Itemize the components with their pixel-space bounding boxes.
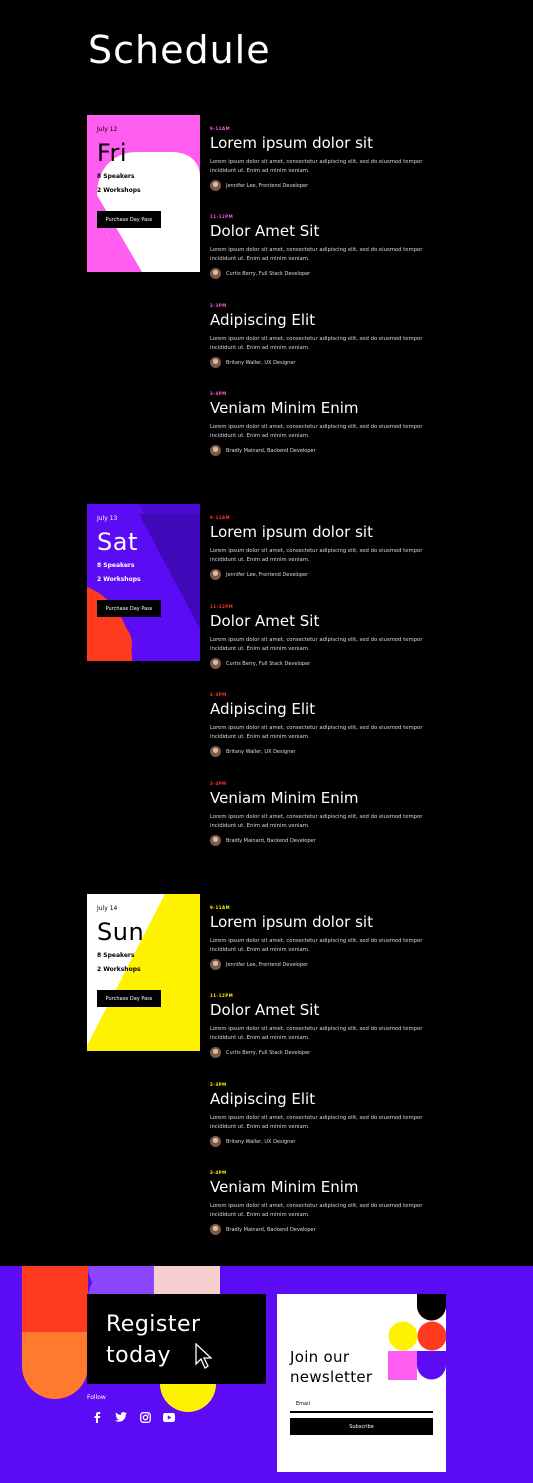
speaker-name: Curtis Berry, Full Stack Developer [226, 270, 311, 277]
avatar [210, 658, 221, 669]
session-title: Veniam Minim Enim [210, 1178, 359, 1196]
session-time: 9-11AM [210, 905, 231, 910]
session-time: 2-3PM [210, 1082, 227, 1087]
avatar [210, 835, 221, 846]
speaker-name: Britany Waller, UX Designer [226, 1138, 296, 1145]
day-date: July 14 [97, 905, 118, 912]
twitter-icon[interactable] [114, 1410, 128, 1424]
speaker-name: Bradly Mainard, Backend Developer [226, 1226, 316, 1233]
session-title: Dolor Amet Sit [210, 1001, 320, 1019]
avatar [210, 357, 221, 368]
avatar [210, 445, 221, 456]
session-description: Lorem ipsum dolor sit amet, consectetur … [210, 336, 423, 351]
session-description: Lorem ipsum dolor sit amet, consectetur … [210, 1026, 423, 1041]
session-title: Lorem ipsum dolor sit [210, 134, 373, 152]
purchase-day-pass-button[interactable]: Purchase Day Pass [97, 600, 161, 617]
session-time: 9-11AM [210, 515, 231, 520]
session-title: Dolor Amet Sit [210, 222, 320, 240]
session-description: Lorem ipsum dolor sit amet, consectetur … [210, 548, 423, 563]
session-description: Lorem ipsum dolor sit amet, consectetur … [210, 159, 423, 174]
email-field[interactable] [290, 1411, 433, 1413]
day-card-sun: July 14 Sun 8 Speakers 2 Workshops Purch… [87, 894, 200, 1051]
day-name: Sat [97, 528, 138, 556]
newsletter-title-line-1: Join our [290, 1348, 350, 1366]
purchase-day-pass-button[interactable]: Purchase Day Pass [97, 211, 161, 228]
register-line-2: today [106, 1343, 172, 1368]
instagram-icon[interactable] [138, 1410, 152, 1424]
email-label: Email [296, 1401, 310, 1407]
day-card-fri: July 12 Fri 8 Speakers 2 Workshops Purch… [87, 115, 200, 272]
speakers-count: 8 Speakers [97, 952, 135, 959]
session-time: 2-3PM [210, 303, 227, 308]
session-description: Lorem ipsum dolor sit amet, consectetur … [210, 725, 423, 740]
speaker-name: Bradly Mainard, Backend Developer [226, 447, 316, 454]
session-time: 9-11AM [210, 126, 231, 131]
session-description: Lorem ipsum dolor sit amet, consectetur … [210, 247, 423, 262]
avatar [210, 746, 221, 757]
session-time: 3-4PM [210, 391, 227, 396]
session-description: Lorem ipsum dolor sit amet, consectetur … [210, 814, 423, 829]
avatar [210, 959, 221, 970]
workshops-count: 2 Workshops [97, 966, 141, 973]
follow-label: Follow [87, 1394, 106, 1401]
workshops-count: 2 Workshops [97, 187, 141, 194]
avatar [210, 1047, 221, 1058]
session-title: Adipiscing Elit [210, 700, 316, 718]
session-description: Lorem ipsum dolor sit amet, consectetur … [210, 1115, 423, 1130]
footer-decoration [22, 1266, 220, 1412]
workshops-count: 2 Workshops [97, 576, 141, 583]
avatar [210, 268, 221, 279]
speaker-name: Curtis Berry, Full Stack Developer [226, 1049, 311, 1056]
youtube-icon[interactable] [162, 1410, 176, 1424]
session-title: Adipiscing Elit [210, 311, 316, 329]
session-title: Lorem ipsum dolor sit [210, 523, 373, 541]
session-title: Adipiscing Elit [210, 1090, 316, 1108]
day-name: Sun [97, 918, 145, 946]
speaker-name: Jennifer Lee, Frontend Developer [226, 571, 309, 578]
session-description: Lorem ipsum dolor sit amet, consectetur … [210, 424, 423, 439]
session-time: 11-12PM [210, 214, 234, 219]
cursor-icon [195, 1343, 212, 1369]
session-time: 3-4PM [210, 781, 227, 786]
speakers-count: 8 Speakers [97, 562, 135, 569]
session-time: 11-12PM [210, 604, 234, 609]
session-time: 2-3PM [210, 692, 227, 697]
avatar [210, 569, 221, 580]
avatar [210, 1136, 221, 1147]
speaker-name: Jennifer Lee, Frontend Developer [226, 961, 309, 968]
day-date: July 12 [97, 126, 118, 133]
session-time: 11-12PM [210, 993, 234, 998]
session-description: Lorem ipsum dolor sit amet, consectetur … [210, 1203, 423, 1218]
avatar [210, 1224, 221, 1235]
newsletter-card: Join our newsletter Email Subscribe [277, 1294, 446, 1472]
day-card-sat: July 13 Sat 8 Speakers 2 Workshops Purch… [87, 504, 200, 661]
session-title: Veniam Minim Enim [210, 399, 359, 417]
speaker-name: Bradly Mainard, Backend Developer [226, 837, 316, 844]
speaker-name: Britany Waller, UX Designer [226, 359, 296, 366]
day-name: Fri [97, 139, 128, 167]
session-description: Lorem ipsum dolor sit amet, consectetur … [210, 938, 423, 953]
speakers-count: 8 Speakers [97, 173, 135, 180]
footer: Register today Follow Join our newslette… [0, 1266, 533, 1483]
day-date: July 13 [97, 515, 118, 522]
session-title: Dolor Amet Sit [210, 612, 320, 630]
purchase-day-pass-button[interactable]: Purchase Day Pass [97, 990, 161, 1007]
page-title: Schedule [88, 28, 271, 72]
session-title: Lorem ipsum dolor sit [210, 913, 373, 931]
session-title: Veniam Minim Enim [210, 789, 359, 807]
subscribe-button[interactable]: Subscribe [290, 1418, 433, 1435]
avatar [210, 180, 221, 191]
session-description: Lorem ipsum dolor sit amet, consectetur … [210, 637, 423, 652]
session-time: 3-4PM [210, 1170, 227, 1175]
speaker-name: Britany Waller, UX Designer [226, 748, 296, 755]
speaker-name: Curtis Berry, Full Stack Developer [226, 660, 311, 667]
speaker-name: Jennifer Lee, Frontend Developer [226, 182, 309, 189]
register-line-1: Register [106, 1312, 201, 1337]
newsletter-title-line-2: newsletter [290, 1368, 373, 1386]
facebook-icon[interactable] [90, 1410, 104, 1424]
register-card[interactable]: Register today [87, 1294, 266, 1384]
